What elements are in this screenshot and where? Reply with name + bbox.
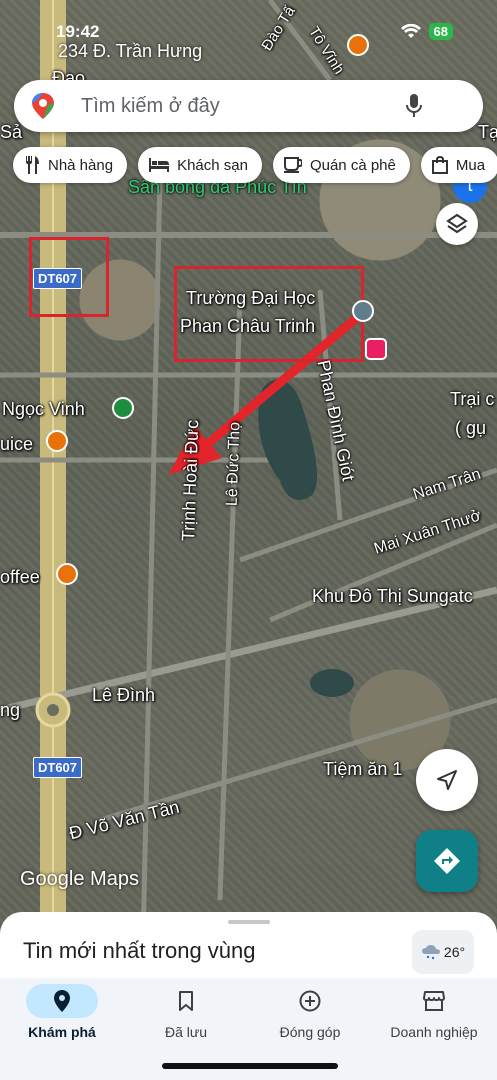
map-label-le-dinh: Lê Đình	[92, 685, 156, 705]
weather-temperature: 26°	[443, 944, 466, 960]
road-badge-dt607: DT607	[33, 268, 83, 289]
battery-indicator: 68	[428, 23, 453, 40]
chip-coffee[interactable]: Quán cà phê	[272, 147, 410, 183]
home-indicator[interactable]	[162, 1063, 338, 1069]
poi-pin-coffee[interactable]	[46, 430, 68, 452]
poi-pin-coffee-2[interactable]	[56, 563, 78, 585]
shopping-bag-icon	[431, 156, 448, 174]
tab-saved[interactable]: Đã lưu	[124, 984, 248, 1040]
map-label-khu-do-thi[interactable]: Khu Đô Thị Sungatc	[312, 586, 473, 607]
chip-hotel[interactable]: Khách sạn	[138, 147, 262, 183]
wifi-icon	[400, 23, 421, 38]
google-maps-pin-icon	[32, 93, 54, 119]
chip-label: Khách sạn	[177, 156, 248, 174]
directions-icon	[434, 848, 460, 874]
map-label-trinh-hoai-duc: Trịnh Hoài Đức	[178, 419, 203, 542]
poi-pin-hotel[interactable]	[365, 338, 387, 360]
directions-button[interactable]	[416, 830, 478, 892]
weather-cloud-icon	[421, 945, 440, 960]
map-label-sa: Sả	[0, 122, 23, 142]
storefront-icon	[423, 991, 445, 1011]
map-label-ta: Tạ	[478, 122, 497, 142]
coffee-icon	[283, 157, 302, 173]
annotation-box-university	[174, 266, 364, 362]
map-label-truong-line1[interactable]: Trường Đại Học	[186, 288, 315, 309]
my-location-button[interactable]	[416, 749, 478, 811]
chip-shopping[interactable]: Mua	[420, 147, 497, 183]
bed-icon	[149, 158, 170, 172]
search-input[interactable]: Tìm kiếm ở đây	[81, 95, 220, 118]
map-label-trai-1[interactable]: Trại c	[450, 389, 494, 410]
tab-business[interactable]: Doanh nghiệp	[372, 984, 496, 1040]
explore-pin-icon	[54, 990, 70, 1012]
saved-icon-container	[150, 984, 222, 1018]
status-time: 19:42	[56, 22, 100, 41]
contribute-icon-container	[274, 984, 346, 1018]
poi-pin-school[interactable]	[352, 300, 374, 322]
map-label-ng: ng	[0, 700, 21, 720]
tab-contribute[interactable]: Đóng góp	[248, 984, 372, 1040]
explore-icon-container	[26, 984, 98, 1018]
status-icons: 68	[400, 23, 453, 40]
tab-label: Doanh nghiệp	[390, 1024, 478, 1040]
bookmark-icon	[179, 991, 193, 1011]
tab-label: Đóng góp	[279, 1024, 341, 1040]
chip-restaurant[interactable]: Nhà hàng	[13, 147, 128, 183]
sheet-drag-handle[interactable]	[228, 920, 270, 924]
sheet-title: Tin mới nhất trong vùng	[23, 938, 256, 963]
map-label-truong-line2[interactable]: Phan Châu Trinh	[180, 316, 315, 337]
business-icon-container	[398, 984, 470, 1018]
map-label-ngoc-vinh[interactable]: Ngọc Vinh	[2, 399, 85, 420]
category-chips: Nhà hàng Khách sạn Quán cà phê Mua	[13, 147, 497, 183]
map-label-le-duc-tho: Lê Đức Thọ	[223, 421, 244, 507]
map-label-offee[interactable]: offee	[0, 567, 40, 588]
tab-explore[interactable]: Khám phá	[0, 984, 124, 1040]
layers-button[interactable]	[436, 203, 478, 245]
map-label-tiem-an[interactable]: Tiệm ăn 1	[323, 759, 402, 780]
layers-icon	[446, 213, 468, 234]
tab-label: Khám phá	[28, 1024, 96, 1040]
microphone-icon[interactable]	[405, 94, 423, 118]
map-label-trai-2[interactable]: ( gụ	[455, 418, 486, 439]
chip-label: Nhà hàng	[48, 156, 114, 174]
restaurant-icon	[26, 156, 39, 174]
road-badge-dt607-south: DT607	[33, 757, 83, 778]
weather-badge[interactable]: 26°	[412, 930, 474, 974]
tab-label: Đã lưu	[164, 1024, 208, 1040]
poi-pin-green[interactable]	[112, 397, 134, 419]
status-bar: 19:42 68	[0, 0, 497, 44]
search-bar[interactable]: Tìm kiếm ở đây t	[14, 80, 487, 203]
address-line: 234 Đ. Trần Hưng	[58, 41, 203, 61]
add-circle-icon	[299, 990, 321, 1012]
navigation-arrow-icon	[437, 770, 457, 790]
chip-label: Mua	[455, 156, 486, 174]
chip-label: Quán cà phê	[309, 156, 396, 174]
map-label-uice[interactable]: uice	[0, 434, 33, 455]
google-maps-watermark: Google Maps	[20, 868, 139, 890]
